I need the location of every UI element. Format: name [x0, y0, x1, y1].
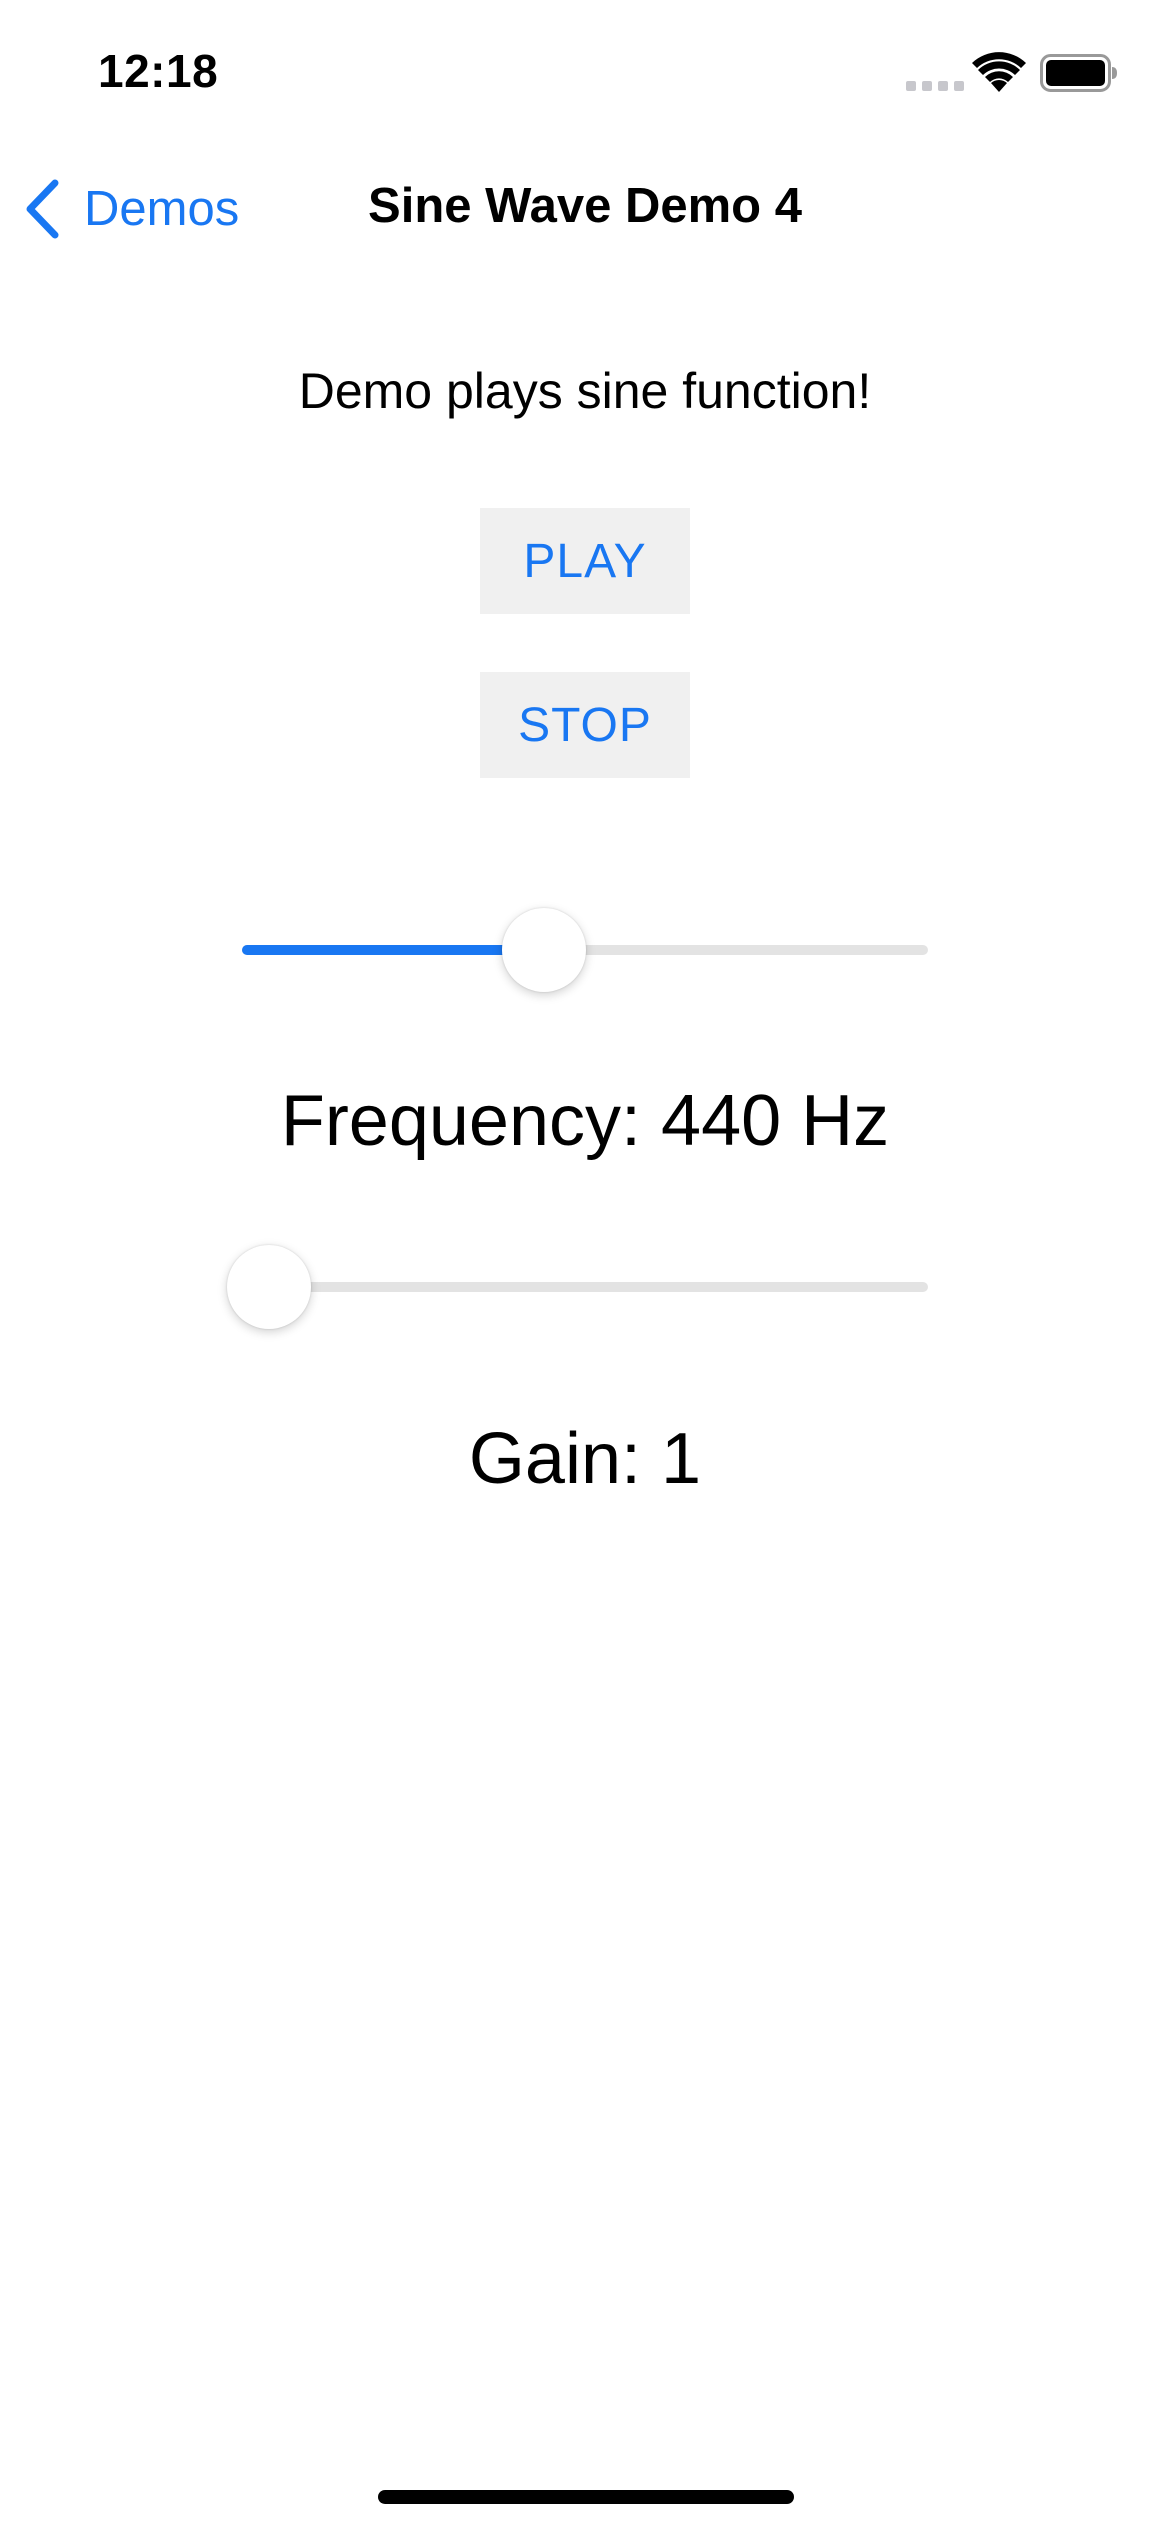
chevron-left-icon — [26, 179, 59, 239]
status-bar: 12:18 — [0, 0, 1170, 150]
home-indicator — [378, 2490, 794, 2504]
gain-slider-track — [242, 1282, 928, 1292]
signal-icon — [906, 81, 964, 91]
gain-slider[interactable] — [227, 1242, 928, 1332]
wifi-icon — [972, 52, 1026, 92]
back-label: Demos — [84, 182, 240, 236]
frequency-slider-fill — [242, 945, 544, 955]
demo-description: Demo plays sine function! — [298, 363, 872, 419]
frequency-slider-thumb[interactable] — [502, 908, 586, 992]
back-button[interactable]: Demos — [22, 174, 239, 244]
battery-icon — [1040, 54, 1117, 92]
status-time: 12:18 — [98, 45, 219, 97]
frequency-label: Frequency: 440 Hz — [280, 1081, 890, 1161]
gain-slider-thumb[interactable] — [227, 1245, 311, 1329]
frequency-slider[interactable] — [242, 905, 928, 995]
stop-button[interactable]: STOP — [480, 672, 690, 778]
play-button[interactable]: PLAY — [480, 508, 690, 614]
navigation-bar: Sine Wave Demo 4 Demos — [0, 150, 1170, 266]
gain-label: Gain: 1 — [468, 1419, 702, 1499]
